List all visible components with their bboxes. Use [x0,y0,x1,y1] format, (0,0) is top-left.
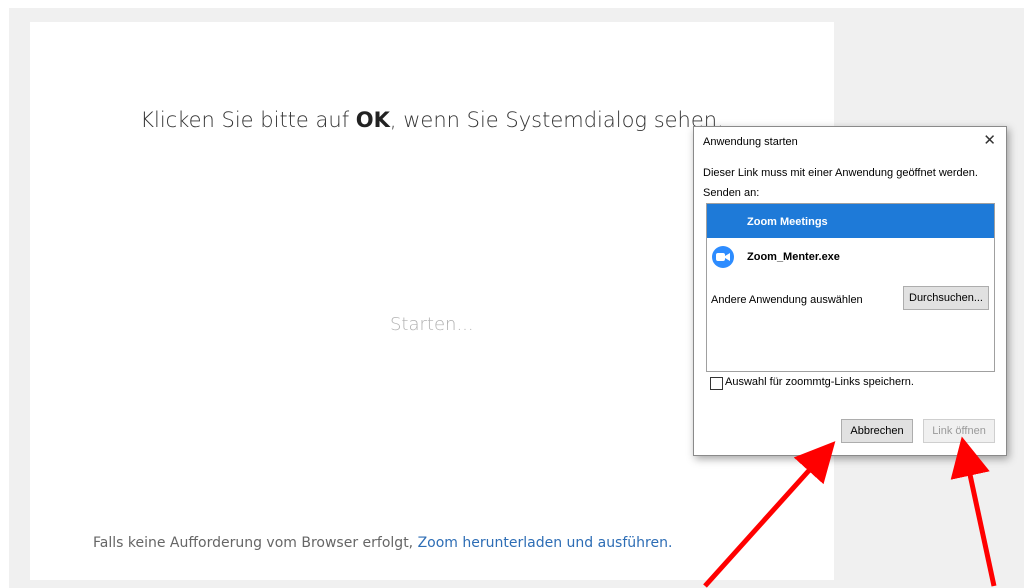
remember-choice-label: Auswahl für zoommtg-Links speichern. [725,376,914,388]
remember-choice-checkbox[interactable] [710,377,723,390]
status-text: Starten... [390,314,474,335]
other-app-label: Andere Anwendung auswählen [711,294,863,306]
zoom-video-icon [712,246,734,268]
other-application-row: Andere Anwendung auswählen Durchsuchen..… [711,286,991,310]
application-list[interactable]: Zoom Meetings Zoom_Menter.exe Andere Anw… [706,203,995,372]
app-label: Zoom_Menter.exe [747,251,840,263]
headline-suffix: , wenn Sie Systemdialog sehen. [389,108,724,132]
open-link-button[interactable]: Link öffnen [923,419,995,443]
footer-text: Falls keine Aufforderung vom Browser erf… [93,535,418,551]
headline-prefix: Klicken Sie bitte auf [140,108,356,132]
list-item-zoom-meetings[interactable]: Zoom Meetings [707,204,994,238]
open-link-button-label: Link öffnen [932,425,986,437]
dialog-message: Dieser Link muss mit einer Anwendung geö… [703,167,978,179]
app-label: Zoom Meetings [747,216,828,228]
browse-button[interactable]: Durchsuchen... [903,286,989,310]
list-item-zoom-menter[interactable]: Zoom_Menter.exe [707,240,994,274]
footer: Falls keine Aufforderung vom Browser erf… [93,535,672,551]
launch-application-dialog: Anwendung starten ✕ Dieser Link muss mit… [693,126,1007,456]
cancel-button-label: Abbrechen [850,425,904,437]
cancel-button[interactable]: Abbrechen [841,419,913,443]
browse-button-label: Durchsuchen... [909,292,983,304]
send-to-label: Senden an: [703,187,760,199]
dialog-title: Anwendung starten [703,136,798,148]
headline-ok: OK [355,108,390,132]
close-icon[interactable]: ✕ [983,131,996,149]
download-link[interactable]: Zoom herunterladen und ausführen. [418,535,673,551]
